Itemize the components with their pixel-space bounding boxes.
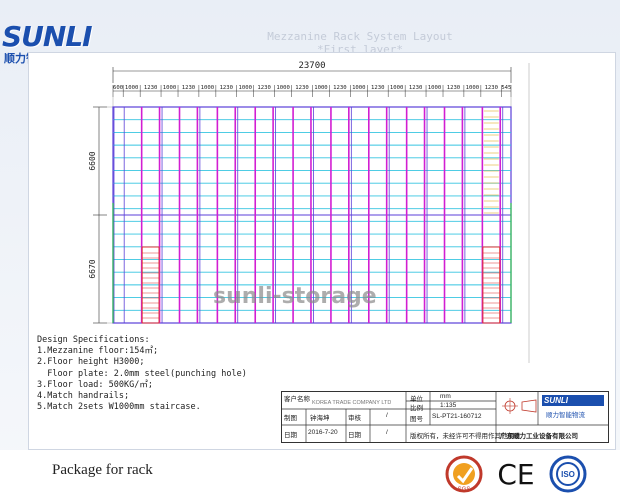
bay-dimension-label: 1230 — [333, 85, 346, 91]
drafter-label: 制图 — [284, 415, 297, 422]
drawing-sheet: 23700 600 1000 1230 1000 1230 1000 1230 1000 1230… — [28, 52, 616, 450]
total-width-label: 23700 — [298, 61, 325, 71]
date-label-2: 日期 — [348, 432, 361, 439]
footer-caption: Package for rack — [52, 462, 153, 478]
height-label-upper: 6600 — [88, 151, 97, 170]
drawing-no-value: SL-PT21-160712 — [432, 413, 482, 420]
bay-dimension-label: 1000 — [428, 85, 441, 91]
title-block: 客户名称 KOREA TRADE COMPANY LTD 制图 钟海坤 审核 /… — [281, 391, 609, 443]
client-label: 客户名称 — [284, 396, 310, 403]
spec-item-2: 2.Floor height H3000; — [37, 357, 145, 368]
drafter-value: 钟海坤 — [310, 415, 330, 422]
bay-dimension-label: 1000 — [239, 85, 252, 91]
logo-text: SUNLI — [2, 20, 93, 53]
iso-label: ISO — [561, 470, 575, 479]
design-specifications: Design Specifications: 1.Mezzanine floor… — [37, 335, 307, 413]
ce-label: CE — [497, 458, 534, 491]
bay-dimension-label: 1230 — [371, 85, 384, 91]
reviewer-label: 审核 — [348, 415, 361, 422]
titleblock-logo-subtitle: 顺力智能物流 — [546, 412, 585, 419]
bay-dimension-label: 600 — [113, 85, 123, 91]
date-value: 2016-7-20 — [308, 429, 338, 436]
bay-dimension-label: 1230 — [220, 85, 233, 91]
ce-certification-icon: CE — [497, 458, 534, 491]
watermark: sunli-storage — [213, 284, 377, 309]
spec-item-1: 1.Mezzanine floor:154㎡; — [37, 346, 159, 357]
sgs-label: SGS — [458, 487, 471, 493]
spec-item-4: 3.Floor load: 500KG/㎡; — [37, 379, 153, 390]
iso-certification-icon: ISO — [549, 455, 587, 493]
scale-value: 1:135 — [440, 402, 457, 409]
bay-dimension-label: 1230 — [257, 85, 270, 91]
bay-dimension-label: 1000 — [125, 85, 138, 91]
reviewer-slash: / — [386, 412, 388, 419]
height-label-lower: 6670 — [88, 259, 97, 278]
bay-dimension-label: 1230 — [409, 85, 422, 91]
spec-item-6: 5.Match 2sets W1000mm staircase. — [37, 402, 201, 413]
bay-dimension-label: 1000 — [201, 85, 214, 91]
spec-item-5: 4.Match handrails; — [37, 391, 130, 402]
bay-dimension-label: 1230 — [447, 85, 460, 91]
bay-dimension-label: 1000 — [390, 85, 403, 91]
specs-heading: Design Specifications: — [37, 335, 150, 345]
bay-dimension-label: 1000 — [163, 85, 176, 91]
titleblock-logo: SUNLI — [544, 396, 568, 405]
date-label: 日期 — [284, 432, 297, 439]
bay-dimension-label: 545 — [501, 85, 511, 91]
title-line-1: Mezzanine Rack System Layout — [267, 30, 453, 43]
spec-item-3: Floor plate: 2.0mm steel(punching hole) — [37, 368, 247, 379]
company-name: 广东顺力工业设备有限公司 — [500, 433, 578, 440]
sgs-certification-icon: SGS — [445, 455, 483, 493]
page: SUNLI 顺力智能物流 Mezzanine Rack System Layou… — [0, 0, 620, 500]
client-value: KOREA TRADE COMPANY LTD — [312, 400, 392, 406]
bay-dimension-label: 1230 — [485, 85, 498, 91]
bay-dimension-label: 1230 — [182, 85, 195, 91]
footer: Package for rack SGS CE ISO — [0, 450, 620, 500]
scale-label: 比例 — [410, 405, 423, 412]
bay-dimension-label: 1230 — [144, 85, 157, 91]
unit-value: mm — [440, 393, 451, 400]
bay-dimension-label: 1000 — [466, 85, 479, 91]
bay-dimension-label: 1000 — [276, 85, 289, 91]
bay-dimension-label: 1000 — [352, 85, 365, 91]
bay-dimension-label: 1000 — [314, 85, 327, 91]
date-slash: / — [386, 429, 388, 436]
bay-dimension-label: 1230 — [295, 85, 308, 91]
drawing-no-label: 图号 — [410, 416, 423, 423]
